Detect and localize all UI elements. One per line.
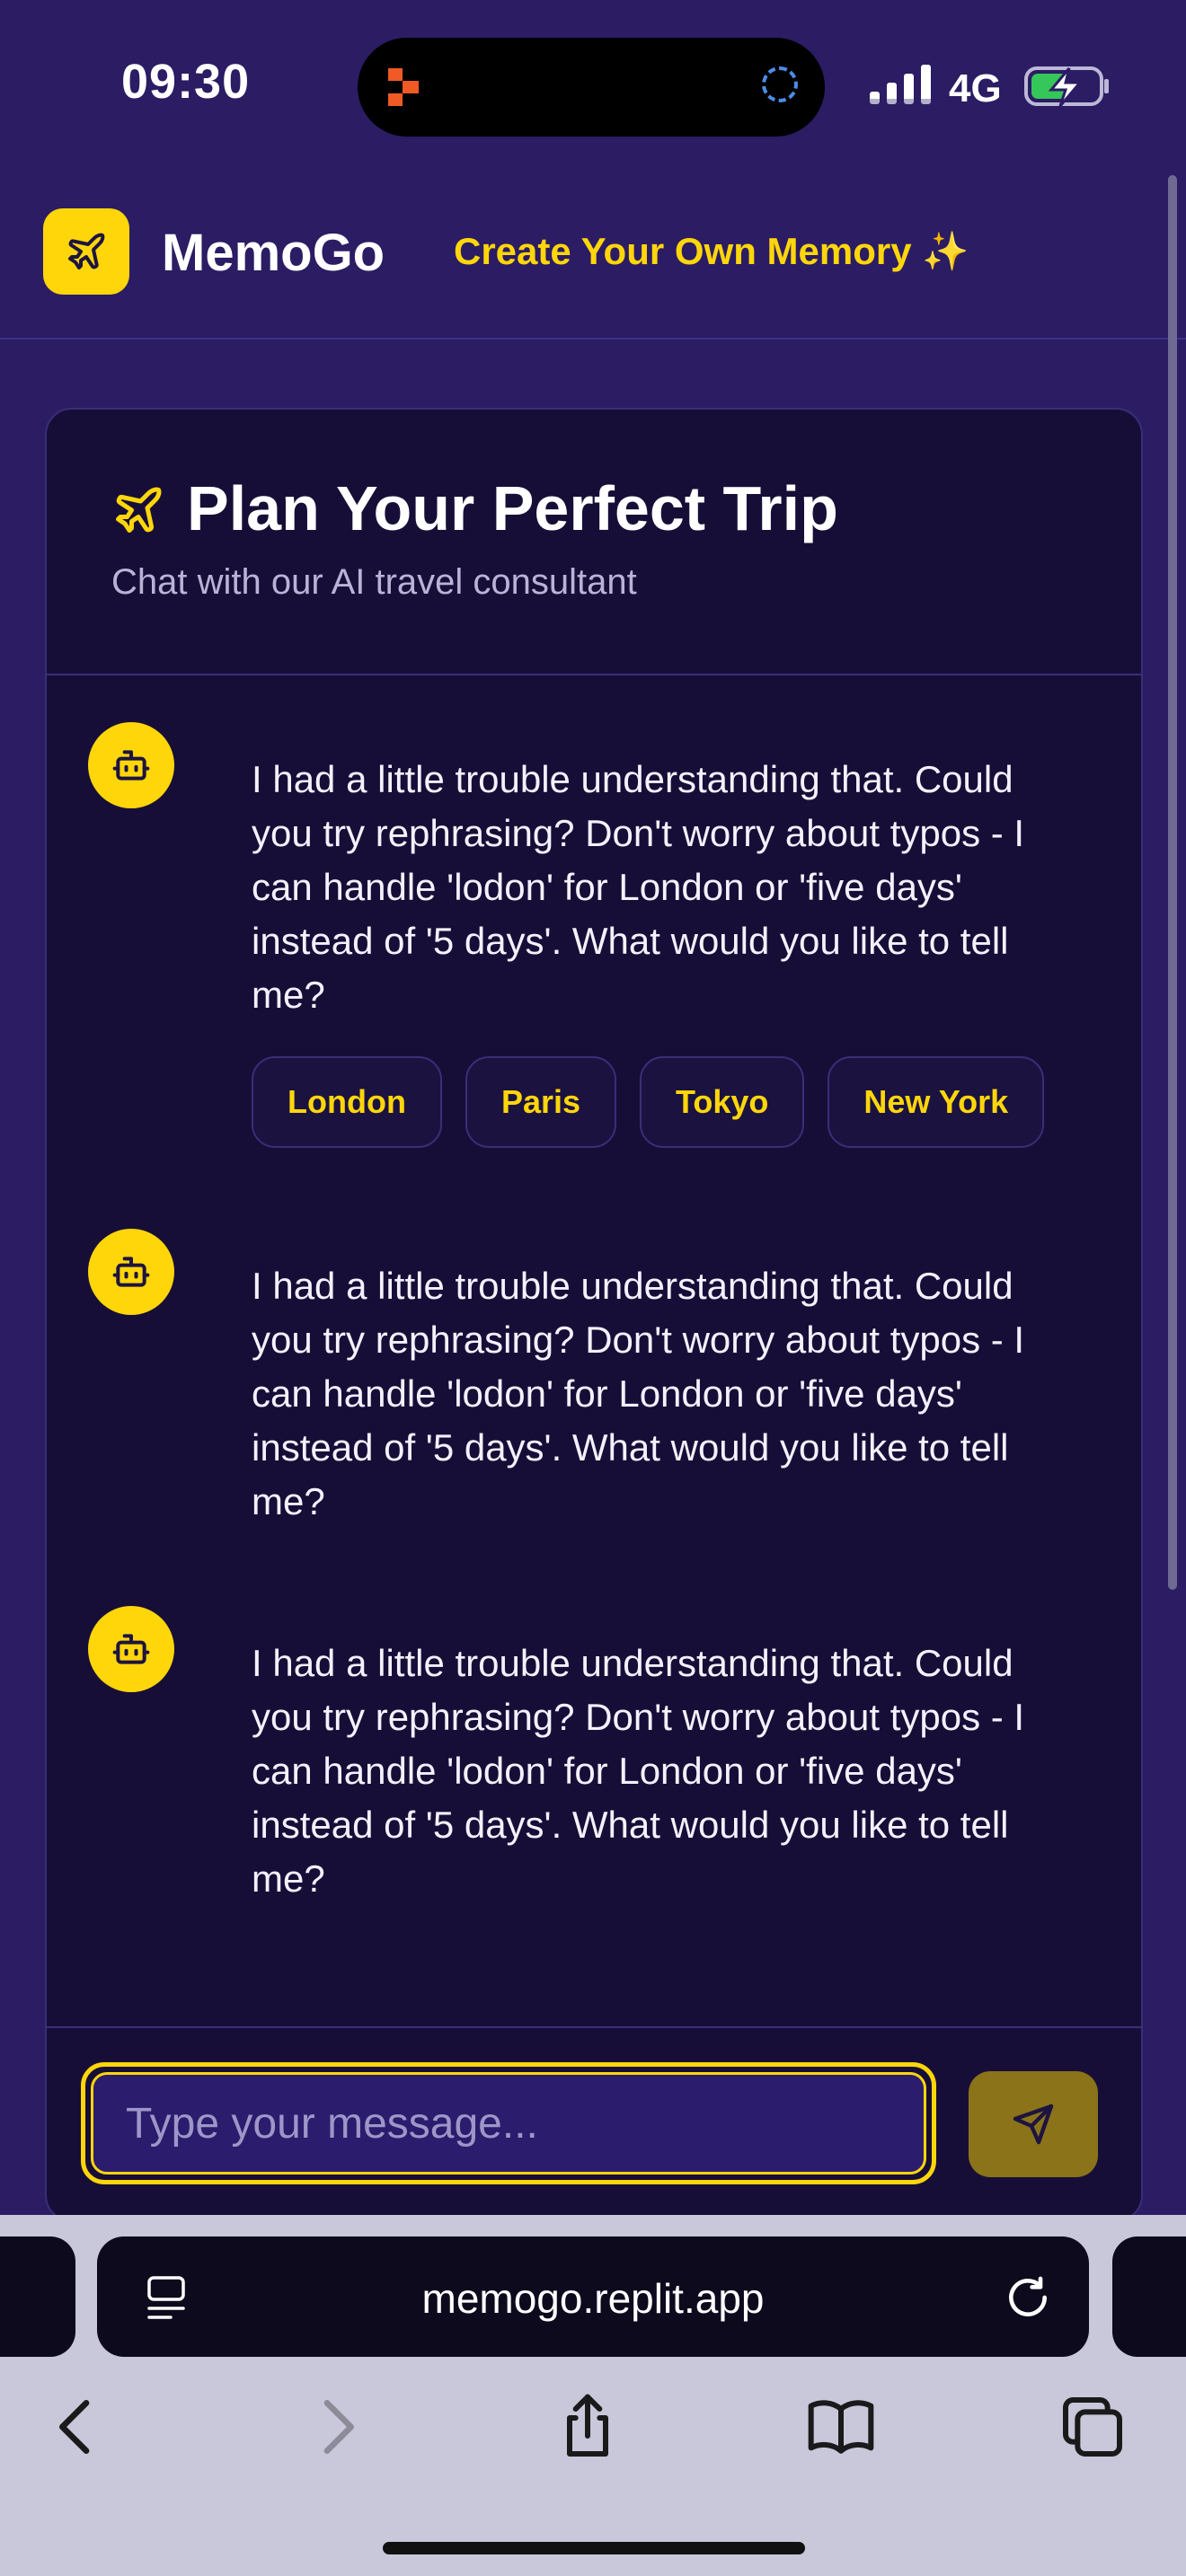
back-icon[interactable] <box>41 2391 113 2463</box>
network-label: 4G <box>949 66 1002 110</box>
message-text: I had a little trouble understanding tha… <box>252 1642 1025 1900</box>
app-activity-icon <box>388 68 419 106</box>
airplane-icon <box>68 233 105 269</box>
quick-reply-tokyo[interactable]: Tokyo <box>640 1056 805 1148</box>
quick-reply-london[interactable]: London <box>252 1056 442 1148</box>
dynamic-island <box>358 38 825 137</box>
battery-charging-icon <box>1024 66 1109 107</box>
app-header: MemoGo Create Your Own Memory ✨ <box>0 171 1186 340</box>
address-bar[interactable]: memogo.replit.app <box>97 2236 1089 2357</box>
message-composer: Type your message... <box>47 2026 1141 2220</box>
chat-header: Plan Your Perfect Trip Chat with our AI … <box>47 410 1141 675</box>
message-input-placeholder[interactable]: Type your message... <box>91 2072 926 2175</box>
send-icon <box>1013 2104 1054 2145</box>
send-button[interactable] <box>969 2071 1098 2177</box>
airplane-icon <box>116 487 162 533</box>
reload-icon[interactable] <box>1003 2272 1053 2323</box>
bot-icon <box>112 750 150 781</box>
url-text[interactable]: memogo.replit.app <box>97 2274 1089 2323</box>
brand-name[interactable]: MemoGo <box>162 223 385 283</box>
avatar <box>88 722 174 808</box>
logo[interactable] <box>43 208 129 295</box>
page-title: Plan Your Perfect Trip <box>187 473 838 543</box>
bot-message: I had a little trouble understanding tha… <box>88 722 1094 1189</box>
message-text: I had a little trouble understanding tha… <box>252 1265 1025 1522</box>
avatar <box>88 1229 174 1315</box>
bot-icon <box>112 1257 150 1287</box>
next-tab-peek[interactable] <box>1112 2236 1186 2357</box>
chat-card: Plan Your Perfect Trip Chat with our AI … <box>45 408 1143 2222</box>
loading-spinner-icon <box>762 66 798 102</box>
quick-reply-new-york[interactable]: New York <box>828 1056 1045 1148</box>
previous-tab-peek[interactable] <box>0 2236 75 2357</box>
page-subtitle: Chat with our AI travel consultant <box>111 562 637 602</box>
tabs-icon[interactable] <box>1057 2391 1128 2463</box>
message-input[interactable]: Type your message... <box>81 2062 936 2184</box>
status-time: 09:30 <box>121 55 251 109</box>
quick-reply-paris[interactable]: Paris <box>465 1056 617 1148</box>
home-indicator <box>383 2542 805 2554</box>
forward-icon[interactable] <box>300 2391 372 2463</box>
status-bar: 09:30 4G <box>0 0 1186 171</box>
browser-toolbar: memogo.replit.app <box>0 2215 1186 2576</box>
bot-message: I had a little trouble understanding tha… <box>88 1229 1094 1552</box>
create-memory-link[interactable]: Create Your Own Memory ✨ <box>454 230 969 274</box>
page-scrollbar[interactable] <box>1168 175 1177 1590</box>
avatar <box>88 1606 174 1692</box>
quick-replies: London Paris Tokyo New York <box>252 1056 1045 1148</box>
message-text: I had a little trouble understanding tha… <box>252 758 1025 1016</box>
bot-icon <box>112 1634 150 1664</box>
share-icon[interactable] <box>552 2391 624 2463</box>
signal-icon <box>870 65 931 104</box>
bookmarks-icon[interactable] <box>805 2391 877 2463</box>
bot-message: I had a little trouble understanding tha… <box>88 1606 1094 1929</box>
